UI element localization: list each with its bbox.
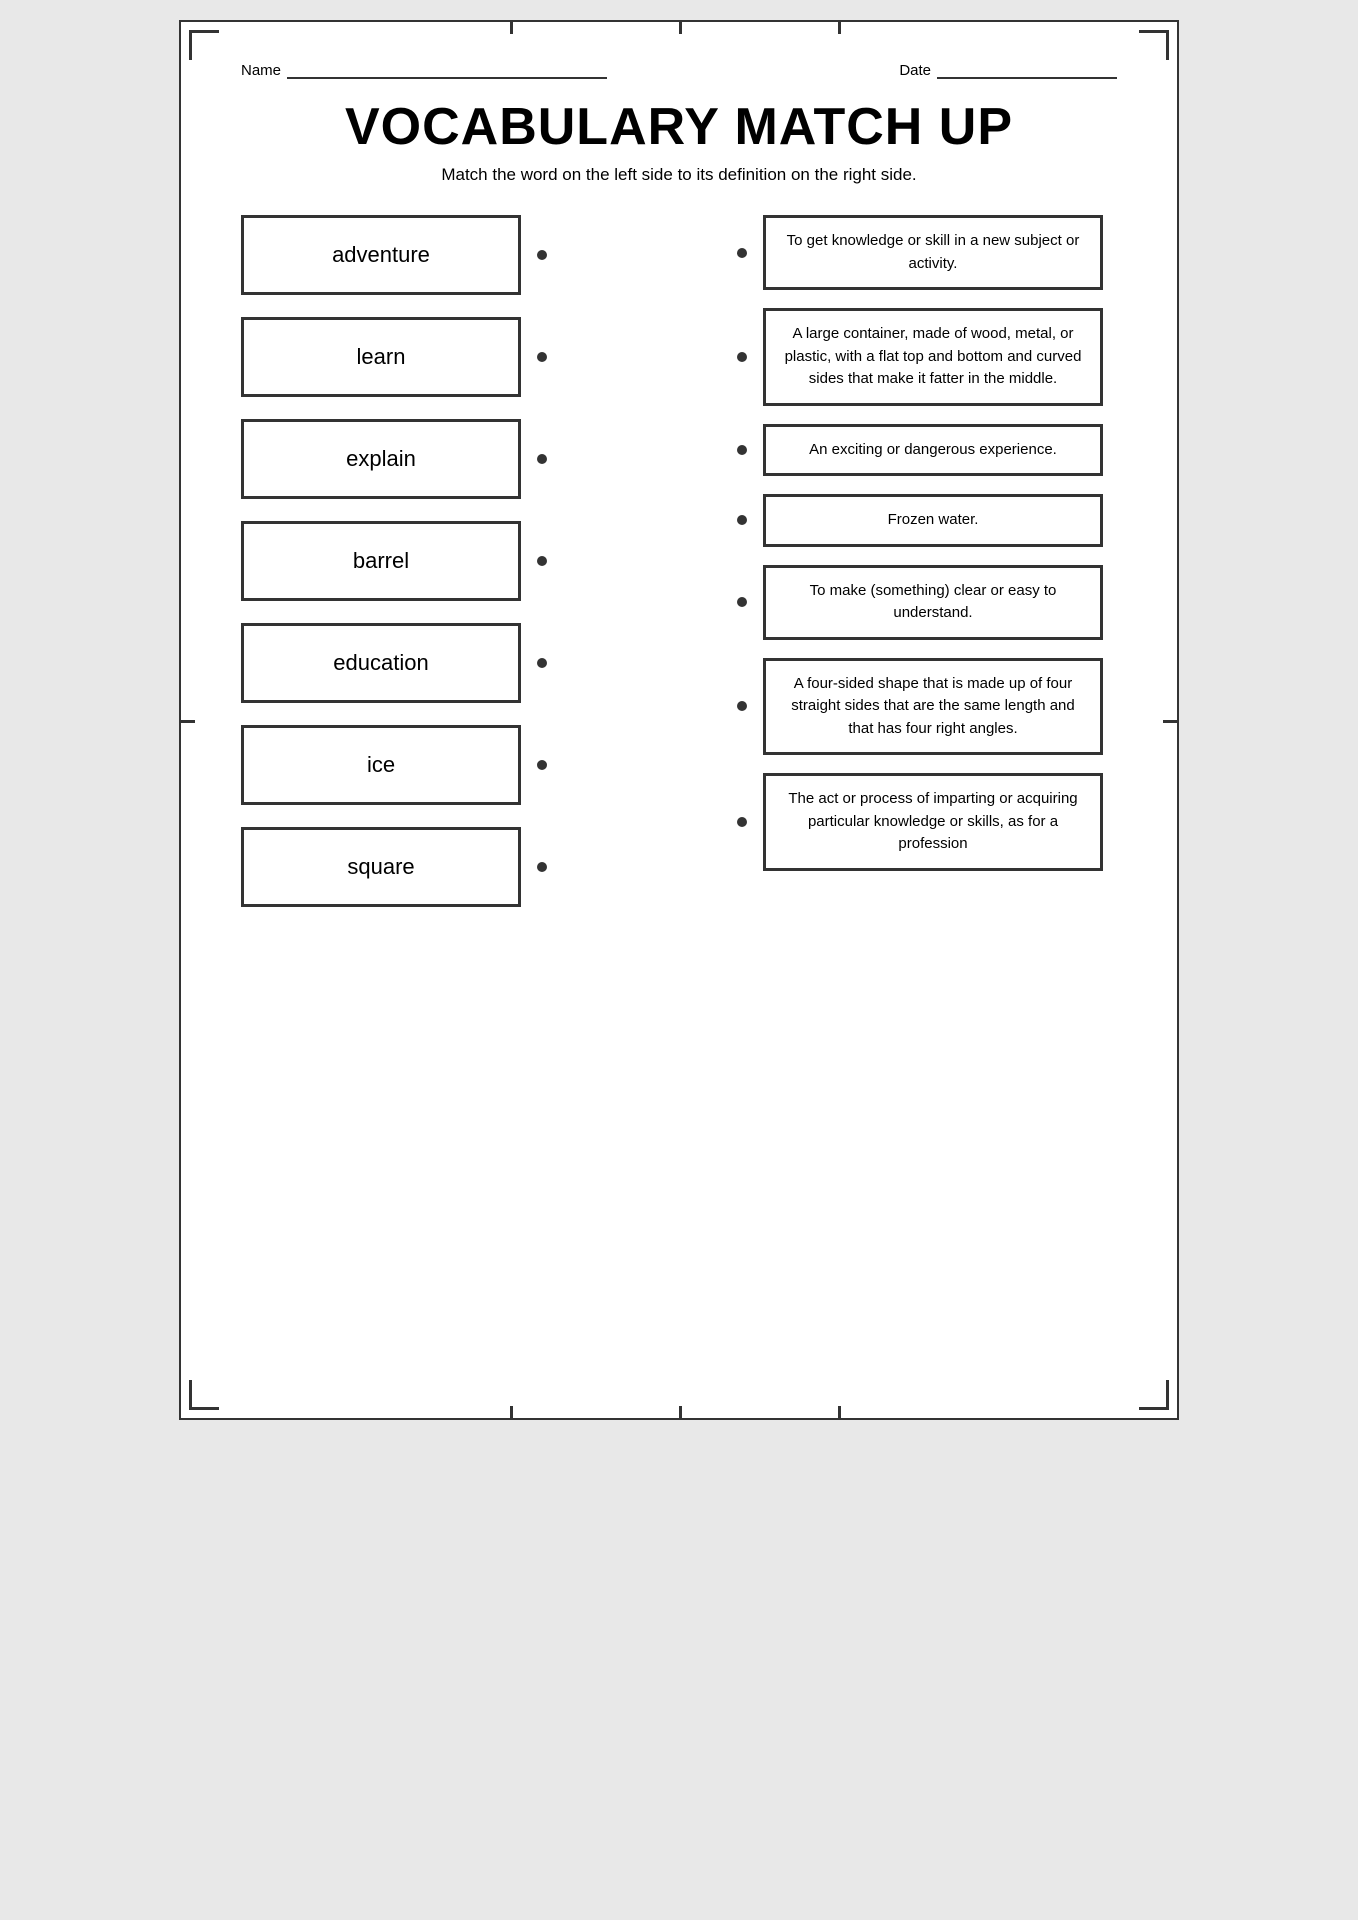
match-area: adventure learn explain barrel [241,215,1117,907]
corner-bl [189,1380,219,1410]
corner-br [1139,1380,1169,1410]
date-underline[interactable] [937,63,1117,79]
word-box-ice: ice [241,725,521,805]
date-section: Date [899,62,1117,79]
def-box-3: Frozen water. [763,494,1103,547]
tick-bottom-1 [510,1406,513,1418]
corner-tl [189,30,219,60]
dot-learn [537,352,547,362]
name-section: Name [241,62,607,79]
word-box-education: education [241,623,521,703]
dot-def-5 [737,701,747,711]
word-row-explain: explain [241,419,581,499]
def-box-0: To get knowledge or skill in a new subje… [763,215,1103,290]
dot-def-0 [737,248,747,258]
def-box-4: To make (something) clear or easy to und… [763,565,1103,640]
dot-barrel [537,556,547,566]
worksheet-page: Name Date VOCABULARY MATCH UP Match the … [179,20,1179,1420]
dot-education [537,658,547,668]
def-row-0: To get knowledge or skill in a new subje… [737,215,1117,290]
def-row-4: To make (something) clear or easy to und… [737,565,1117,640]
side-notch-right [1163,720,1177,723]
dot-def-6 [737,817,747,827]
tick-top-3 [838,22,841,34]
def-row-6: The act or process of imparting or acqui… [737,773,1117,871]
name-label: Name [241,62,281,79]
def-row-5: A four-sided shape that is made up of fo… [737,658,1117,756]
word-row-adventure: adventure [241,215,581,295]
word-box-barrel: barrel [241,521,521,601]
word-box-adventure: adventure [241,215,521,295]
word-box-learn: learn [241,317,521,397]
dot-ice [537,760,547,770]
def-box-2: An exciting or dangerous experience. [763,424,1103,477]
def-box-1: A large container, made of wood, metal, … [763,308,1103,406]
tick-top-1 [510,22,513,34]
word-row-learn: learn [241,317,581,397]
word-row-square: square [241,827,581,907]
word-row-ice: ice [241,725,581,805]
side-notch-left [181,720,195,723]
header-line: Name Date [241,62,1117,79]
def-row-3: Frozen water. [737,494,1117,547]
tick-top-2 [679,22,682,34]
word-box-square: square [241,827,521,907]
page-title: VOCABULARY MATCH UP [241,97,1117,157]
def-box-6: The act or process of imparting or acqui… [763,773,1103,871]
def-box-5: A four-sided shape that is made up of fo… [763,658,1103,756]
word-row-education: education [241,623,581,703]
dot-adventure [537,250,547,260]
date-label: Date [899,62,931,79]
tick-bottom-2 [679,1406,682,1418]
dot-def-1 [737,352,747,362]
corner-tr [1139,30,1169,60]
word-box-explain: explain [241,419,521,499]
word-row-barrel: barrel [241,521,581,601]
words-column: adventure learn explain barrel [241,215,581,907]
dot-def-3 [737,515,747,525]
tick-bottom-3 [838,1406,841,1418]
dot-square [537,862,547,872]
dot-def-2 [737,445,747,455]
page-subtitle: Match the word on the left side to its d… [241,165,1117,185]
def-row-2: An exciting or dangerous experience. [737,424,1117,477]
dot-explain [537,454,547,464]
definitions-column: To get knowledge or skill in a new subje… [737,215,1117,907]
dot-def-4 [737,597,747,607]
name-underline[interactable] [287,63,607,79]
def-row-1: A large container, made of wood, metal, … [737,308,1117,406]
